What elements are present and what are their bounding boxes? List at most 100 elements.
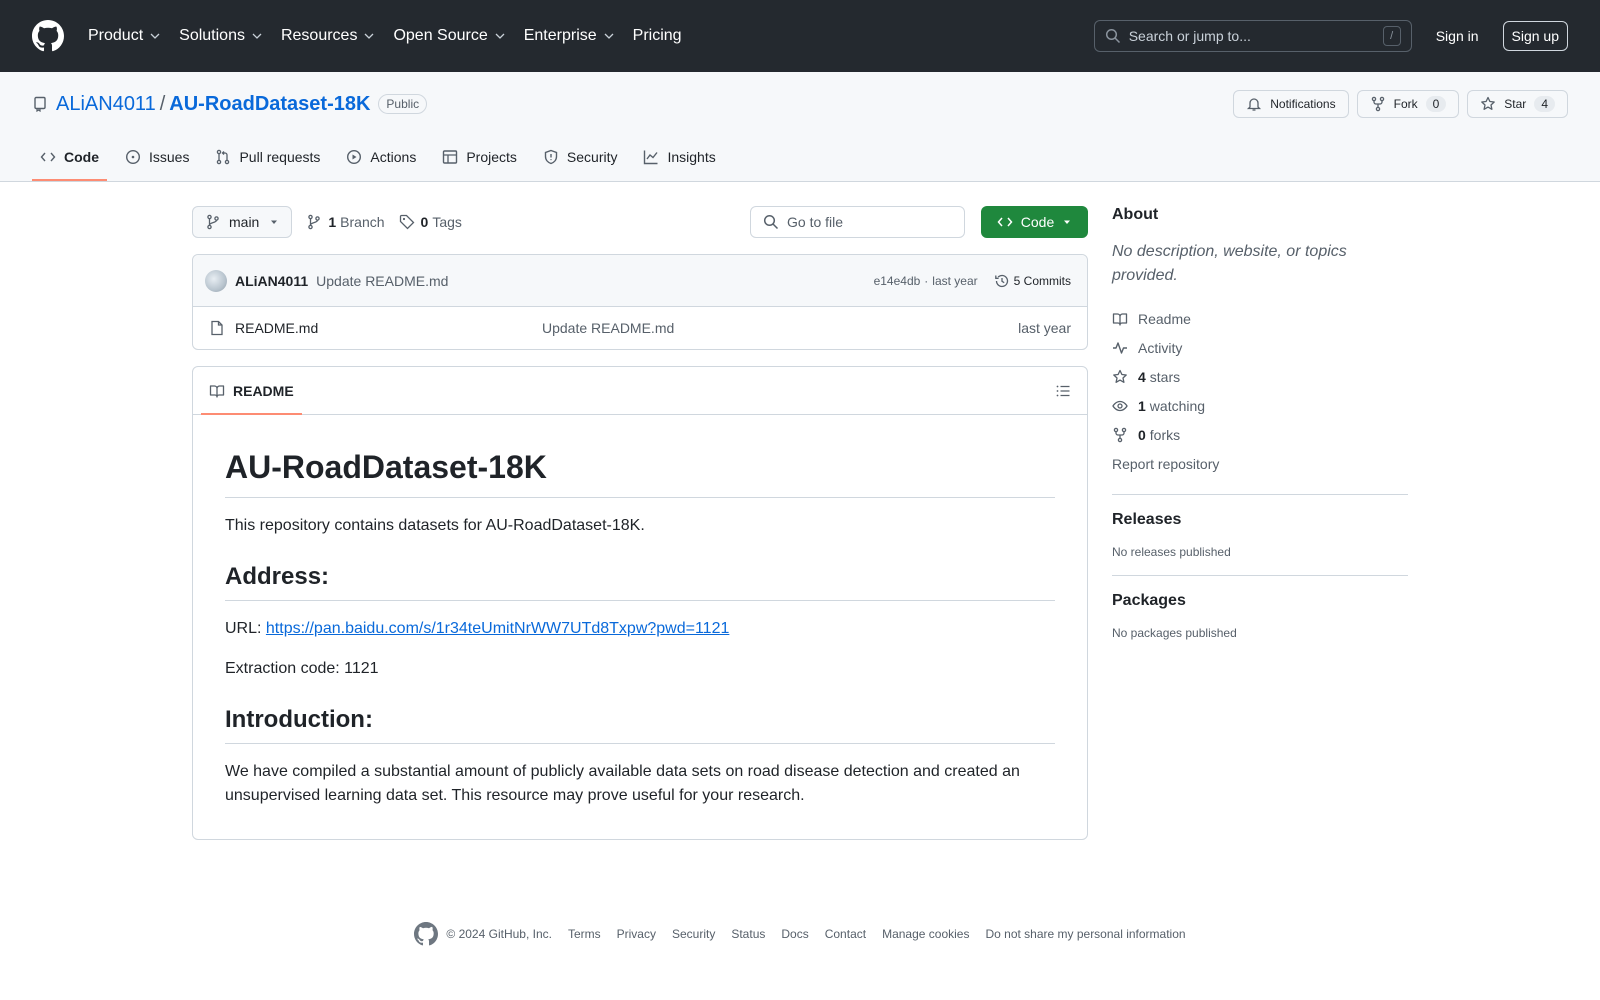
github-logo-icon[interactable] — [32, 20, 64, 52]
global-header: Product Solutions Resources Open Source … — [0, 0, 1600, 72]
tab-insights[interactable]: Insights — [635, 133, 723, 181]
visibility-badge: Public — [378, 94, 428, 114]
star-button[interactable]: Star 4 — [1467, 90, 1568, 118]
book-icon — [1112, 312, 1128, 326]
github-logo-icon[interactable] — [414, 922, 439, 946]
repo-owner-link[interactable]: ALiAN4011 — [56, 93, 156, 116]
nav-resources-label: Resources — [280, 27, 358, 44]
dataset-url-link[interactable]: https://pan.baidu.com/s/1r34teUmitNrWW7U… — [266, 620, 729, 637]
commits-history-link[interactable]: 5 Commits — [994, 273, 1071, 289]
search-shortcut-key: / — [1382, 26, 1401, 46]
nav-enterprise-label: Enterprise — [523, 27, 597, 44]
footer-security-link[interactable]: Security — [672, 927, 715, 941]
commit-time: last year — [932, 273, 978, 288]
chevron-down-icon — [150, 33, 160, 39]
stars-link[interactable]: 4 stars — [1112, 362, 1408, 391]
extraction-code: Extraction code: 1121 — [225, 660, 379, 677]
commit-message[interactable]: Update README.md — [316, 273, 448, 289]
tab-actions[interactable]: Actions — [338, 133, 424, 181]
repo-header: ALiAN4011 / AU-RoadDataset-18K Public No… — [0, 72, 1600, 182]
url-prefix: URL: — [225, 620, 266, 637]
file-commit-message[interactable]: Update README.md — [542, 320, 1018, 336]
readme-panel: README AU-RoadDataset-18K This repositor… — [192, 366, 1088, 840]
main-nav: Product Solutions Resources Open Source … — [88, 27, 700, 45]
star-icon — [1113, 369, 1127, 383]
url-paragraph: URL: https://pan.baidu.com/s/1r34teUmitN… — [225, 617, 1055, 641]
nav-resources[interactable]: Resources — [281, 27, 375, 45]
nav-product[interactable]: Product — [88, 27, 161, 45]
list-icon[interactable] — [1055, 383, 1071, 399]
tab-pull-requests[interactable]: Pull requests — [207, 133, 328, 181]
global-search-input[interactable]: Search or jump to... / — [1093, 20, 1412, 52]
readme-link[interactable]: Readme — [1112, 304, 1408, 333]
site-footer: © 2024 GitHub, Inc. Terms Privacy Securi… — [0, 922, 1600, 946]
repo-actions: Notifications Fork 0 Star 4 — [1233, 90, 1568, 118]
branch-name: main — [229, 214, 260, 230]
notifications-label: Notifications — [1270, 97, 1336, 111]
fork-button[interactable]: Fork 0 — [1356, 90, 1460, 118]
footer-terms-link[interactable]: Terms — [568, 927, 601, 941]
history-icon — [994, 274, 1008, 287]
file-toolbar: main 1 Branch 0 Tags Go to file Code — [192, 206, 1088, 238]
footer-status-link[interactable]: Status — [731, 927, 765, 941]
repo-name-link[interactable]: AU-RoadDataset-18K — [169, 93, 370, 116]
footer-docs-link[interactable]: Docs — [781, 927, 808, 941]
search-placeholder: Search or jump to... — [1128, 28, 1251, 44]
report-repository-link[interactable]: Report repository — [1112, 449, 1408, 478]
file-name-link[interactable]: README.md — [235, 320, 318, 336]
footer-privacy-link[interactable]: Privacy — [617, 927, 656, 941]
fork-icon — [1371, 96, 1384, 112]
code-icon — [997, 217, 1013, 227]
introduction-heading: Introduction: — [225, 705, 1055, 744]
sign-in-link[interactable]: Sign in — [1436, 28, 1479, 44]
tab-security[interactable]: Security — [535, 133, 626, 181]
go-to-file-input[interactable]: Go to file — [750, 206, 965, 238]
file-list: ALiAN4011 Update README.md e14e4db · las… — [192, 254, 1088, 350]
file-name-cell: README.md — [209, 320, 542, 336]
nav-solutions-label: Solutions — [179, 27, 245, 44]
watching-link[interactable]: 1 watching — [1112, 391, 1408, 420]
tag-count: 0 — [420, 214, 429, 230]
activity-link[interactable]: Activity — [1112, 333, 1408, 362]
fork-icon — [1113, 427, 1127, 442]
latest-commit: ALiAN4011 Update README.md e14e4db · las… — [193, 255, 1087, 307]
readme-tab[interactable]: README — [201, 367, 302, 415]
divider — [1112, 575, 1408, 576]
tab-insights-label: Insights — [667, 149, 716, 165]
nav-pricing[interactable]: Pricing — [633, 27, 682, 45]
nav-open-source[interactable]: Open Source — [393, 27, 505, 45]
branches-link[interactable]: 1 Branch — [306, 214, 385, 230]
branch-selector[interactable]: main — [192, 206, 293, 238]
releases-heading[interactable]: Releases — [1112, 511, 1408, 529]
notifications-button[interactable]: Notifications — [1233, 90, 1349, 118]
star-count: 4 — [1534, 96, 1555, 112]
code-dropdown-button[interactable]: Code — [981, 206, 1088, 238]
readme-header: README — [193, 367, 1087, 415]
sign-up-button[interactable]: Sign up — [1502, 21, 1568, 51]
readme-content: AU-RoadDataset-18K This repository conta… — [193, 415, 1087, 856]
table-row[interactable]: README.md Update README.md last year — [193, 307, 1087, 349]
nav-solutions[interactable]: Solutions — [179, 27, 263, 45]
commit-hash[interactable]: e14e4db — [874, 274, 921, 288]
forks-link[interactable]: 0 forks — [1112, 420, 1408, 449]
footer-contact-link[interactable]: Contact — [825, 927, 866, 941]
commits-count: 5 Commits — [1013, 273, 1071, 288]
nav-open-source-label: Open Source — [393, 27, 488, 44]
commit-author[interactable]: ALiAN4011 — [235, 273, 308, 289]
tag-label: Tags — [432, 214, 462, 230]
footer-do-not-share-link[interactable]: Do not share my personal information — [985, 927, 1185, 941]
tags-link[interactable]: 0 Tags — [399, 214, 462, 230]
repo-tabs: Code Issues Pull requests Actions Projec… — [32, 133, 734, 181]
avatar[interactable] — [205, 269, 227, 292]
footer-manage-cookies-link[interactable]: Manage cookies — [882, 927, 969, 941]
tab-issues[interactable]: Issues — [117, 133, 197, 181]
nav-enterprise[interactable]: Enterprise — [524, 27, 615, 45]
pull-request-icon — [217, 149, 230, 165]
readme-link-label: Readme — [1138, 310, 1191, 327]
repo-sidebar: About No description, website, or topics… — [1112, 206, 1408, 640]
packages-heading[interactable]: Packages — [1112, 592, 1408, 610]
tab-issues-label: Issues — [149, 149, 190, 165]
tab-projects[interactable]: Projects — [434, 133, 525, 181]
watching-count: 1 — [1138, 397, 1146, 414]
tab-code[interactable]: Code — [32, 133, 107, 181]
